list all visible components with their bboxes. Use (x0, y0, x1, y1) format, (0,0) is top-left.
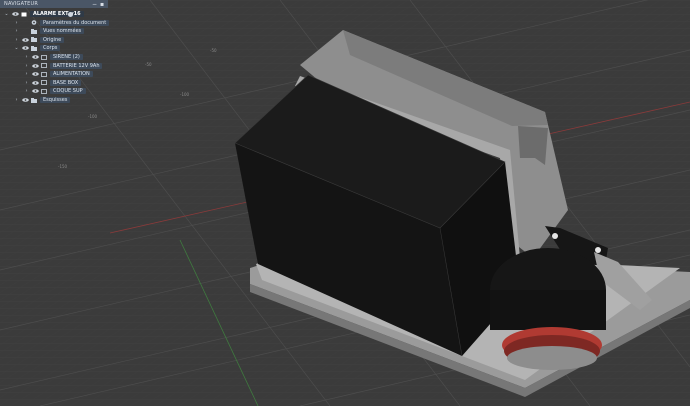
eye-icon[interactable] (32, 80, 39, 85)
chevron-right-icon[interactable]: › (14, 97, 19, 103)
eye-icon[interactable] (22, 98, 29, 102)
tree-item-label[interactable]: Corps (40, 45, 61, 52)
eye-icon[interactable] (32, 55, 39, 59)
siren-body-side (490, 290, 606, 330)
chevron-right-icon[interactable]: › (24, 80, 29, 86)
tree-item-label[interactable]: Origine (40, 36, 65, 43)
tree-item-label[interactable]: SIRENE (2) (50, 54, 83, 60)
tree-item-label[interactable]: BASE BOX (50, 79, 82, 86)
minus-icon[interactable]: − (92, 0, 97, 8)
siren-screw (552, 233, 558, 239)
tree-item-label[interactable]: Paramètres du document (40, 19, 110, 26)
chevron-right-icon[interactable]: › (14, 20, 19, 26)
settings-icon[interactable] (68, 11, 73, 17)
folder-icon (31, 45, 37, 51)
gear-icon (31, 20, 37, 25)
chevron-right-icon[interactable]: › (14, 28, 19, 34)
tree-row[interactable]: › Origine (0, 36, 108, 44)
chevron-right-icon[interactable]: › (24, 71, 29, 77)
chevron-right-icon[interactable]: › (24, 63, 29, 69)
tree-row[interactable]: › Esquisses (0, 96, 108, 104)
folder-icon (31, 37, 37, 43)
grid-label: -50 (145, 62, 152, 67)
folder-icon (31, 97, 37, 103)
tree-row[interactable]: ⌄ ALARME EXT v16 (0, 10, 108, 18)
eye-icon[interactable] (22, 37, 29, 42)
body-icon (41, 63, 47, 68)
eye-icon[interactable] (32, 63, 39, 68)
tree-row[interactable]: › Vues nommées (0, 27, 108, 35)
tree-row[interactable]: › ALIMENTATION (0, 70, 108, 78)
navigator-title: NAVIGATEUR (4, 1, 38, 7)
grid-label: -100 (180, 92, 190, 97)
body-icon (41, 54, 47, 60)
chevron-right-icon[interactable]: › (14, 37, 19, 43)
siren-base (507, 346, 597, 370)
tree-row[interactable]: › BATTERIE 12V 9Ah (0, 62, 108, 70)
body-icon (41, 71, 47, 77)
body-icon (41, 88, 47, 94)
tree-item-label[interactable]: COQUE SUP (50, 88, 86, 95)
pin-icon[interactable]: ▪ (100, 0, 104, 8)
tree-row[interactable]: › COQUE SUP (0, 87, 108, 95)
chevron-right-icon[interactable]: › (24, 54, 29, 60)
chevron-right-icon[interactable]: › (24, 88, 29, 94)
tree-row[interactable]: › Paramètres du document (0, 19, 110, 27)
body-icon (41, 80, 47, 86)
component-icon (21, 12, 27, 16)
tree-item-label[interactable]: BATTERIE 12V 9Ah (50, 62, 103, 69)
eye-icon[interactable] (32, 89, 39, 94)
tree-item-label[interactable]: ALIMENTATION (50, 71, 93, 78)
navigator-panel: NAVIGATEUR − ▪ ⌄ ALARME EXT v16 › Paramètre… (0, 0, 110, 406)
chevron-down-icon[interactable]: ⌄ (14, 45, 19, 51)
eye-icon[interactable] (32, 72, 39, 76)
tree-row[interactable]: › SIRENE (2) (0, 53, 108, 61)
navigator-header: NAVIGATEUR − ▪ (0, 0, 108, 8)
tree-row[interactable]: ⌄ Corps (0, 44, 108, 52)
chevron-down-icon[interactable]: ⌄ (4, 11, 9, 17)
tree-item-label[interactable]: Esquisses (40, 97, 71, 103)
tree-item-label[interactable]: ALARME EXT v16 (30, 11, 84, 17)
eye-icon[interactable] (22, 46, 29, 51)
tree-item-label[interactable]: Vues nommées (40, 28, 85, 35)
siren-screw (595, 247, 601, 253)
tree-row[interactable]: › BASE BOX (0, 79, 108, 87)
grid-label: -50 (210, 48, 217, 53)
folder-icon (31, 28, 37, 34)
eye-icon[interactable] (12, 12, 19, 16)
